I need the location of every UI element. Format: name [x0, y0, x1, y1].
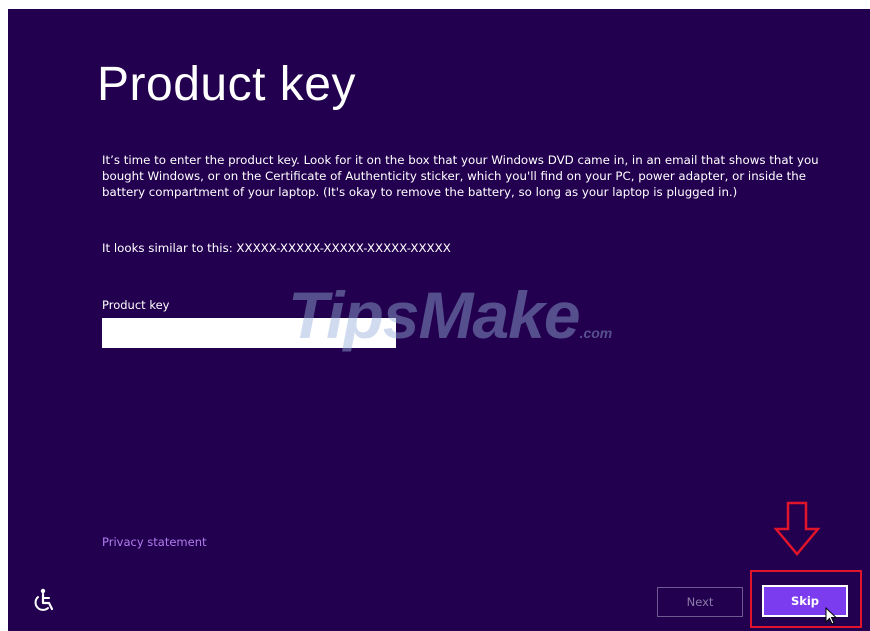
product-key-label: Product key: [102, 298, 170, 312]
privacy-statement-link[interactable]: Privacy statement: [102, 535, 207, 549]
next-button[interactable]: Next: [657, 587, 743, 617]
key-format-example: It looks similar to this: XXXXX-XXXXX-XX…: [102, 241, 451, 255]
windows-setup-screen: Product key It’s time to enter the produ…: [8, 9, 870, 631]
product-key-input[interactable]: [102, 318, 396, 348]
ease-of-access-icon[interactable]: [32, 587, 58, 613]
mouse-cursor-icon: [825, 607, 837, 625]
down-arrow-icon: [774, 501, 820, 556]
instructions-text: It’s time to enter the product key. Look…: [102, 153, 819, 199]
page-title: Product key: [97, 58, 356, 111]
watermark-domain: .com: [579, 325, 613, 341]
